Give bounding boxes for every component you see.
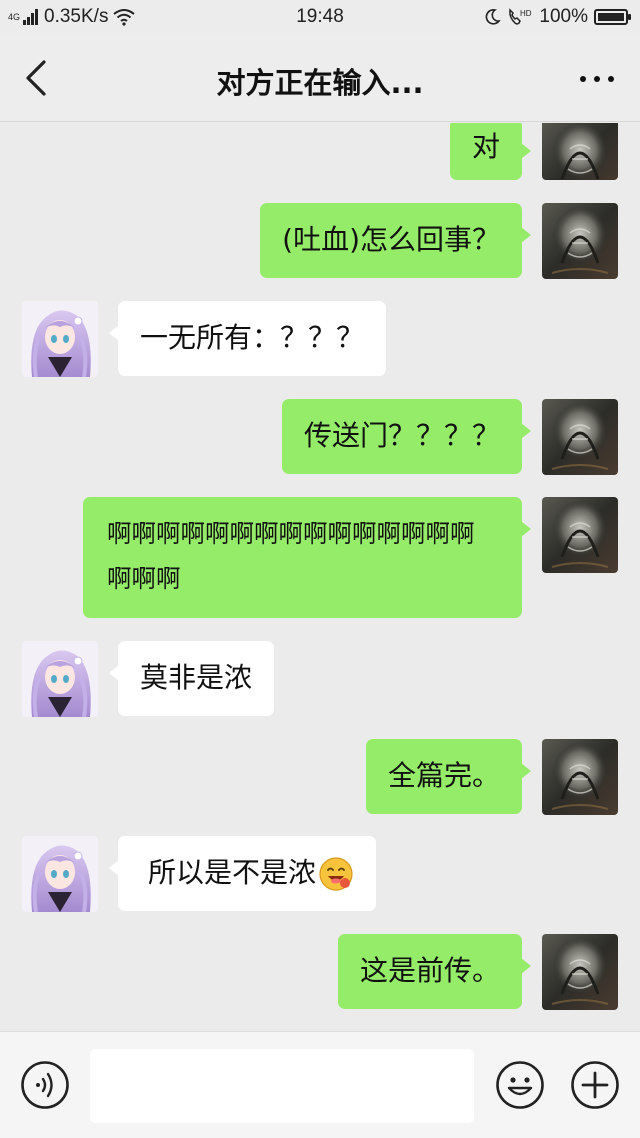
battery-fill (598, 13, 624, 21)
incoming-bubble[interactable]: 一无所有：？？？ (108, 301, 387, 376)
outgoing-bubble[interactable]: 啊啊啊啊啊啊啊啊啊啊啊啊啊啊啊啊啊啊 (83, 497, 531, 618)
dark-avatar-image (542, 739, 618, 815)
back-button[interactable] (18, 56, 58, 100)
outgoing-bubble[interactable]: 传送门？？？？ (281, 399, 532, 474)
chat-area[interactable]: 对 (吐血)怎么回事？ 一无所有：？？？ 传送门？？？？ 啊啊啊啊啊啊啊啊啊啊啊… (0, 123, 640, 1030)
message-text: 啊啊啊啊啊啊啊啊啊啊啊啊啊啊啊啊啊啊 (107, 519, 475, 593)
message-text: 全篇完。 (387, 759, 500, 792)
page-title: 对方正在输入... (216, 66, 424, 100)
dark-avatar-image (542, 399, 618, 475)
dark-avatar-image (542, 203, 618, 279)
my-avatar[interactable] (542, 123, 618, 180)
outgoing-bubble[interactable]: 全篇完。 (365, 739, 532, 814)
more-dot-icon (580, 76, 586, 82)
message-text: 对 (471, 130, 500, 163)
hd-call-icon: HD (509, 8, 532, 25)
emoji-icon (496, 1061, 544, 1109)
more-dot-icon (594, 76, 600, 82)
status-right: HD 100% (483, 6, 631, 28)
contact-avatar[interactable] (22, 836, 98, 912)
voice-button[interactable] (20, 1060, 70, 1110)
more-dot-icon (608, 76, 614, 82)
my-avatar[interactable] (542, 497, 618, 573)
battery-icon (594, 9, 631, 25)
anime-avatar-image (22, 301, 98, 377)
outgoing-bubble[interactable]: 对 (449, 123, 532, 180)
my-avatar[interactable] (542, 203, 618, 279)
message-text: (吐血)怎么回事？ (282, 223, 500, 256)
plus-icon (571, 1061, 619, 1109)
grinning-face-icon (319, 857, 353, 891)
message-text: 所以是不是浓 (148, 856, 317, 889)
input-bar (0, 1031, 640, 1138)
plus-button[interactable] (570, 1060, 620, 1110)
nav-bar: 对方正在输入... (0, 34, 640, 122)
outgoing-bubble[interactable]: 这是前传。 (337, 934, 532, 1009)
dark-avatar-image (542, 123, 618, 180)
my-avatar[interactable] (542, 399, 618, 475)
outgoing-bubble[interactable]: (吐血)怎么回事？ (260, 203, 531, 278)
chevron-left-icon (26, 60, 46, 96)
message-text: 一无所有：？？？ (140, 321, 365, 354)
message-text: 传送门？？？？ (303, 419, 500, 452)
emoji-button[interactable] (495, 1060, 545, 1110)
incoming-bubble[interactable]: 所以是不是浓 (108, 836, 377, 911)
my-avatar[interactable] (542, 934, 618, 1010)
battery-percent: 100% (539, 6, 588, 27)
hd-label: HD (520, 9, 532, 18)
message-text: 莫非是浓 (140, 661, 253, 694)
voice-icon (21, 1061, 69, 1109)
contact-avatar[interactable] (22, 301, 98, 377)
incoming-bubble[interactable]: 莫非是浓 (108, 641, 275, 716)
moon-icon (485, 9, 502, 25)
anime-avatar-image (22, 836, 98, 912)
dark-avatar-image (542, 934, 618, 1010)
more-button[interactable] (572, 62, 622, 96)
message-text: 这是前传。 (359, 954, 500, 987)
my-avatar[interactable] (542, 739, 618, 815)
message-input[interactable] (90, 1049, 474, 1123)
dark-avatar-image (542, 497, 618, 573)
status-bar: 4G 0.35K/s 19:48 HD 100% (0, 0, 640, 34)
contact-avatar[interactable] (22, 641, 98, 717)
anime-avatar-image (22, 641, 98, 717)
